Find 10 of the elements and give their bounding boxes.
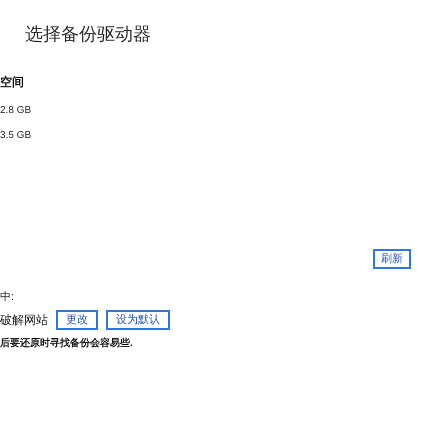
action-button[interactable]: 设为默认 [106,310,170,330]
note-text: 后要还原时寻找备份会容易些. [0,336,133,350]
action-button[interactable]: 更改 [56,310,98,330]
refresh-button[interactable]: 刷新 [373,249,411,269]
location-value: 破解网站 [0,312,48,328]
location-label: 中: [0,290,14,304]
table-cell: 3.5 GB [0,130,32,141]
window-title: 选择备份驱动器 [25,23,151,46]
table-cell: 2.8 GB [0,105,32,116]
column-header: 空间 [0,74,24,91]
